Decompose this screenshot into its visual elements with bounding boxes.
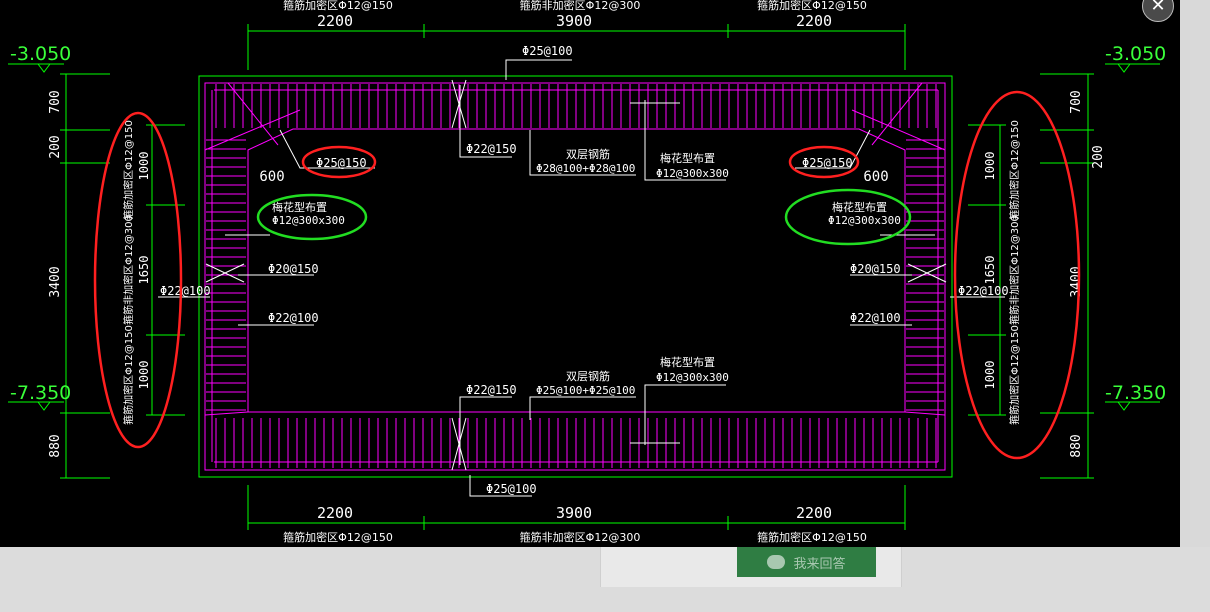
right-dim-880: 880 — [1069, 434, 1084, 457]
right-dim-3400: 3400 — [1069, 266, 1084, 297]
left-corner-dim: 600 — [259, 169, 284, 185]
right-sub-dim-1: 1000 — [983, 152, 997, 181]
leader-lines — [158, 59, 1005, 497]
rebar-callouts: Φ25@100 Φ25@100 Φ22@150 Φ22@150 双层钢筋 Φ28… — [160, 44, 1009, 496]
right-corner-dim: 600 — [863, 169, 888, 185]
bottom-note-1: 箍筋加密区Φ12@150 — [283, 530, 393, 544]
right-wall-bar-1: Φ20@150 — [850, 262, 901, 276]
left-side-note-1: 箍筋加密区Φ12@150 — [122, 120, 135, 220]
drawing-viewer: 2200 3900 2200 箍筋加密区Φ12@150 箍筋非加密区Φ12@30… — [0, 0, 1180, 547]
left-wall-bar-1: Φ20@150 — [268, 262, 319, 276]
left-corner-bar: Φ25@150 — [316, 156, 367, 170]
right-side-note-3: 箍筋加密区Φ12@150 — [1008, 325, 1021, 425]
top-note-2: 箍筋非加密区Φ12@300 — [520, 0, 641, 12]
answer-button-label: 我来回答 — [793, 556, 846, 572]
left-level-top: -3.050 — [10, 43, 71, 65]
cad-drawing: 2200 3900 2200 箍筋加密区Φ12@150 箍筋非加密区Φ12@30… — [8, 0, 1166, 544]
rebar-right-haunch-2 — [871, 82, 923, 146]
bottom-plum-label: 梅花型布置 — [660, 355, 715, 369]
top-note-1: 箍筋加密区Φ12@150 — [283, 0, 393, 12]
left-level-bottom: -7.350 — [10, 382, 71, 404]
left-dim-200: 200 — [48, 135, 63, 158]
left-plum-value: Φ12@300x300 — [272, 214, 345, 227]
left-wall-bar-2: Φ22@100 — [268, 311, 319, 325]
right-outer-bar: Φ22@100 — [958, 284, 1009, 298]
left-side-note-3: 箍筋加密区Φ12@150 — [122, 325, 135, 425]
left-dim-3400: 3400 — [48, 266, 63, 297]
bottom-bar-label: Φ25@100 — [486, 482, 537, 496]
right-side-note-1: 箍筋加密区Φ12@150 — [1008, 120, 1021, 220]
right-corner-bar: Φ25@150 — [802, 156, 853, 170]
left-sub-dim-3: 1000 — [137, 361, 151, 390]
elevation-labels: -3.050 -7.350 -3.050 -7.350 — [10, 43, 1166, 404]
top-plum-label: 梅花型布置 — [660, 151, 715, 165]
left-outer-bar: Φ22@100 — [160, 284, 211, 298]
bottom-dimension-values: 2200 3900 2200 箍筋加密区Φ12@150 箍筋非加密区Φ12@30… — [283, 504, 867, 544]
right-level-top: -3.050 — [1105, 43, 1166, 65]
bottom-dim-3: 2200 — [796, 504, 832, 522]
right-level-bottom: -7.350 — [1105, 382, 1166, 404]
left-dim-880: 880 — [48, 434, 63, 457]
right-sub-dim-3: 1000 — [983, 361, 997, 390]
right-plum-label: 梅花型布置 — [832, 200, 887, 214]
bottom-note-2: 箍筋非加密区Φ12@300 — [520, 530, 641, 544]
left-sub-dim-1: 1000 — [137, 152, 151, 181]
top-plum-value: Φ12@300x300 — [656, 167, 729, 180]
left-plum-label: 梅花型布置 — [272, 200, 327, 214]
top-note-3: 箍筋加密区Φ12@150 — [757, 0, 867, 12]
right-dim-200: 200 — [1091, 145, 1106, 168]
top-dimension-values: 2200 3900 2200 箍筋加密区Φ12@150 箍筋非加密区Φ12@30… — [283, 0, 867, 30]
right-side-note-2: 箍筋非加密区Φ12@300 — [1008, 215, 1021, 325]
bottom-note-3: 箍筋加密区Φ12@150 — [757, 530, 867, 544]
bottom-double-rebar-label: 双层钢筋 — [566, 369, 610, 383]
top-dim-3: 2200 — [796, 12, 832, 30]
right-plum-value: Φ12@300x300 — [828, 214, 901, 227]
left-side-note-2: 箍筋非加密区Φ12@300 — [122, 215, 135, 325]
chat-bubble-icon — [767, 555, 786, 569]
rebar-right-haunch — [851, 109, 946, 151]
top-dim-1: 2200 — [317, 12, 353, 30]
left-dim-700: 700 — [48, 90, 63, 113]
top-double-rebar-label: 双层钢筋 — [566, 147, 610, 161]
bottom-stirrup-label: Φ22@150 — [466, 383, 517, 397]
top-stirrup-label: Φ22@150 — [466, 142, 517, 156]
bottom-double-rebar-value: Φ25@100+Φ25@100 — [536, 384, 635, 397]
right-sub-dim-2: 1650 — [983, 256, 997, 285]
top-bar-label: Φ25@100 — [522, 44, 573, 58]
rebar-layout — [204, 82, 946, 471]
bottom-dim-2: 3900 — [556, 504, 592, 522]
rebar-right-bottom-haunch — [904, 411, 946, 416]
page-scroll-strip — [1180, 0, 1210, 547]
bottom-dim-1: 2200 — [317, 504, 353, 522]
top-double-rebar-value: Φ28@100+Φ28@100 — [536, 162, 635, 175]
top-dim-2: 3900 — [556, 12, 592, 30]
bottom-plum-value: Φ12@300x300 — [656, 371, 729, 384]
left-sub-dim-2: 1650 — [137, 256, 151, 285]
rebar-left-bottom-haunch — [204, 411, 249, 416]
right-dim-700: 700 — [1069, 90, 1084, 113]
right-wall-bar-2: Φ22@100 — [850, 311, 901, 325]
answer-button[interactable]: 我来回答 — [737, 547, 876, 577]
